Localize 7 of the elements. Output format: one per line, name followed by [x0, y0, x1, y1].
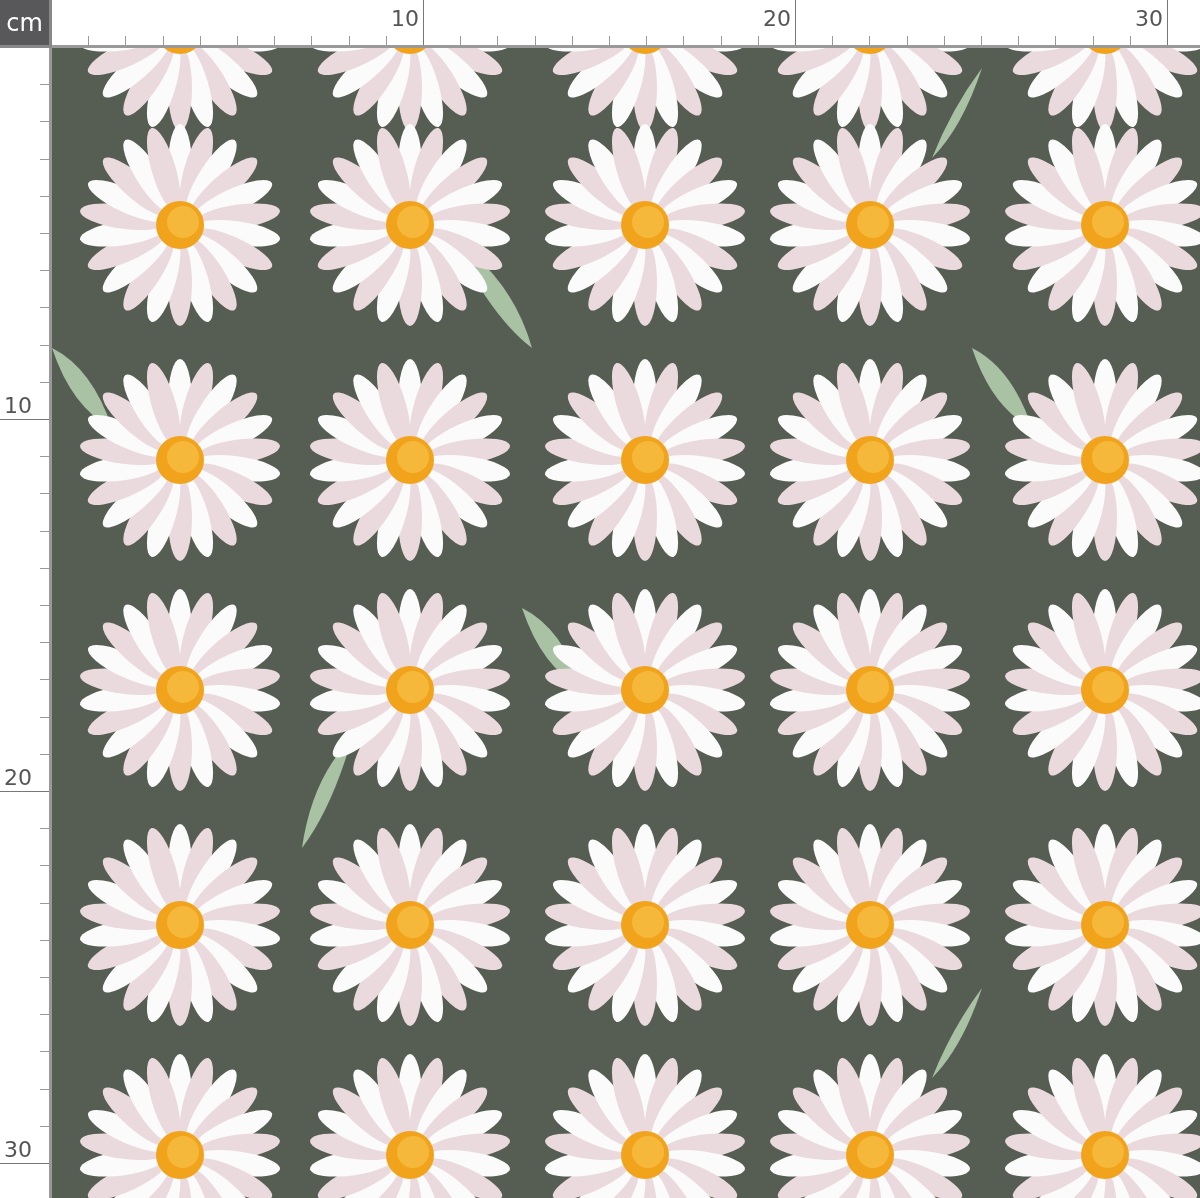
ruler-label: 30: [4, 1139, 32, 1161]
ruler-label: 10: [4, 395, 32, 417]
ruler-label: 10: [391, 8, 419, 30]
ruler-label: 30: [1135, 8, 1163, 30]
ruler-label: 20: [763, 8, 791, 30]
unit-label: cm: [0, 0, 52, 48]
ruler-label: 20: [4, 767, 32, 789]
